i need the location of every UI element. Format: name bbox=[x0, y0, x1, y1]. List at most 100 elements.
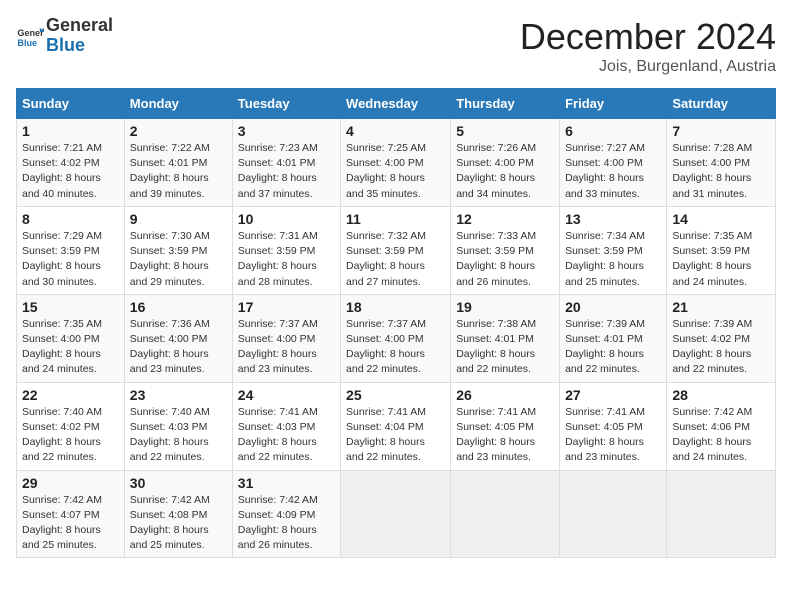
day-number: 8 bbox=[22, 211, 119, 227]
day-info: Sunrise: 7:41 AM Sunset: 4:05 PM Dayligh… bbox=[565, 405, 661, 466]
day-info: Sunrise: 7:35 AM Sunset: 4:00 PM Dayligh… bbox=[22, 317, 119, 378]
day-info: Sunrise: 7:36 AM Sunset: 4:00 PM Dayligh… bbox=[130, 317, 227, 378]
day-info: Sunrise: 7:42 AM Sunset: 4:07 PM Dayligh… bbox=[22, 493, 119, 554]
day-info: Sunrise: 7:29 AM Sunset: 3:59 PM Dayligh… bbox=[22, 229, 119, 290]
day-number: 12 bbox=[456, 211, 554, 227]
day-number: 16 bbox=[130, 299, 227, 315]
svg-text:Blue: Blue bbox=[17, 38, 37, 48]
day-info: Sunrise: 7:37 AM Sunset: 4:00 PM Dayligh… bbox=[346, 317, 445, 378]
day-number: 15 bbox=[22, 299, 119, 315]
day-info: Sunrise: 7:38 AM Sunset: 4:01 PM Dayligh… bbox=[456, 317, 554, 378]
calendar-cell bbox=[667, 470, 776, 558]
day-info: Sunrise: 7:35 AM Sunset: 3:59 PM Dayligh… bbox=[672, 229, 770, 290]
weekday-header: Wednesday bbox=[341, 89, 451, 119]
calendar-cell: 3 Sunrise: 7:23 AM Sunset: 4:01 PM Daylig… bbox=[232, 119, 340, 207]
day-info: Sunrise: 7:42 AM Sunset: 4:09 PM Dayligh… bbox=[238, 493, 335, 554]
calendar-cell: 15 Sunrise: 7:35 AM Sunset: 4:00 PM Dayli… bbox=[17, 294, 125, 382]
day-number: 28 bbox=[672, 387, 770, 403]
day-number: 26 bbox=[456, 387, 554, 403]
calendar-cell bbox=[451, 470, 560, 558]
day-info: Sunrise: 7:40 AM Sunset: 4:02 PM Dayligh… bbox=[22, 405, 119, 466]
calendar-cell: 12 Sunrise: 7:33 AM Sunset: 3:59 PM Dayli… bbox=[451, 206, 560, 294]
calendar-cell bbox=[560, 470, 667, 558]
day-number: 13 bbox=[565, 211, 661, 227]
calendar-cell: 31Sunrise: 7:42 AM Sunset: 4:09 PM Dayli… bbox=[232, 470, 340, 558]
day-info: Sunrise: 7:37 AM Sunset: 4:00 PM Dayligh… bbox=[238, 317, 335, 378]
month-title: December 2024 bbox=[520, 16, 776, 58]
weekday-header: Saturday bbox=[667, 89, 776, 119]
day-number: 19 bbox=[456, 299, 554, 315]
day-number: 10 bbox=[238, 211, 335, 227]
calendar-cell: 19 Sunrise: 7:38 AM Sunset: 4:01 PM Dayli… bbox=[451, 294, 560, 382]
day-number: 7 bbox=[672, 123, 770, 139]
weekday-header: Sunday bbox=[17, 89, 125, 119]
weekday-header: Thursday bbox=[451, 89, 560, 119]
day-info: Sunrise: 7:31 AM Sunset: 3:59 PM Dayligh… bbox=[238, 229, 335, 290]
day-info: Sunrise: 7:41 AM Sunset: 4:04 PM Dayligh… bbox=[346, 405, 445, 466]
day-info: Sunrise: 7:32 AM Sunset: 3:59 PM Dayligh… bbox=[346, 229, 445, 290]
day-info: Sunrise: 7:21 AM Sunset: 4:02 PM Dayligh… bbox=[22, 141, 119, 202]
calendar-cell: 4 Sunrise: 7:25 AM Sunset: 4:00 PM Daylig… bbox=[341, 119, 451, 207]
logo-blue: Blue bbox=[46, 36, 113, 56]
calendar-week-row: 15 Sunrise: 7:35 AM Sunset: 4:00 PM Dayli… bbox=[17, 294, 776, 382]
day-info: Sunrise: 7:41 AM Sunset: 4:05 PM Dayligh… bbox=[456, 405, 554, 466]
day-number: 29 bbox=[22, 475, 119, 491]
day-info: Sunrise: 7:40 AM Sunset: 4:03 PM Dayligh… bbox=[130, 405, 227, 466]
logo-text: General Blue bbox=[46, 16, 113, 56]
calendar-table: SundayMondayTuesdayWednesdayThursdayFrid… bbox=[16, 88, 776, 558]
day-info: Sunrise: 7:22 AM Sunset: 4:01 PM Dayligh… bbox=[130, 141, 227, 202]
day-number: 24 bbox=[238, 387, 335, 403]
day-number: 6 bbox=[565, 123, 661, 139]
calendar-cell: 1 Sunrise: 7:21 AM Sunset: 4:02 PM Daylig… bbox=[17, 119, 125, 207]
page-header: General Blue General Blue December 2024 … bbox=[16, 16, 776, 76]
calendar-cell: 17 Sunrise: 7:37 AM Sunset: 4:00 PM Dayli… bbox=[232, 294, 340, 382]
day-number: 22 bbox=[22, 387, 119, 403]
calendar-cell: 25 Sunrise: 7:41 AM Sunset: 4:04 PM Dayli… bbox=[341, 382, 451, 470]
day-number: 17 bbox=[238, 299, 335, 315]
calendar-week-row: 8 Sunrise: 7:29 AM Sunset: 3:59 PM Daylig… bbox=[17, 206, 776, 294]
day-info: Sunrise: 7:27 AM Sunset: 4:00 PM Dayligh… bbox=[565, 141, 661, 202]
day-number: 4 bbox=[346, 123, 445, 139]
calendar-cell: 20Sunrise: 7:39 AM Sunset: 4:01 PM Dayli… bbox=[560, 294, 667, 382]
day-info: Sunrise: 7:42 AM Sunset: 4:06 PM Dayligh… bbox=[672, 405, 770, 466]
calendar-cell: 28 Sunrise: 7:42 AM Sunset: 4:06 PM Dayli… bbox=[667, 382, 776, 470]
calendar-cell: 13 Sunrise: 7:34 AM Sunset: 3:59 PM Dayli… bbox=[560, 206, 667, 294]
day-number: 21 bbox=[672, 299, 770, 315]
calendar-week-row: 29 Sunrise: 7:42 AM Sunset: 4:07 PM Dayli… bbox=[17, 470, 776, 558]
calendar-cell: 23Sunrise: 7:40 AM Sunset: 4:03 PM Dayli… bbox=[124, 382, 232, 470]
day-number: 27 bbox=[565, 387, 661, 403]
calendar-cell: 9 Sunrise: 7:30 AM Sunset: 3:59 PM Daylig… bbox=[124, 206, 232, 294]
calendar-cell: 5 Sunrise: 7:26 AM Sunset: 4:00 PM Daylig… bbox=[451, 119, 560, 207]
calendar-cell: 21Sunrise: 7:39 AM Sunset: 4:02 PM Dayli… bbox=[667, 294, 776, 382]
weekday-header: Monday bbox=[124, 89, 232, 119]
logo-icon: General Blue bbox=[16, 22, 44, 50]
day-number: 9 bbox=[130, 211, 227, 227]
day-info: Sunrise: 7:28 AM Sunset: 4:00 PM Dayligh… bbox=[672, 141, 770, 202]
calendar-cell: 2 Sunrise: 7:22 AM Sunset: 4:01 PM Daylig… bbox=[124, 119, 232, 207]
day-number: 25 bbox=[346, 387, 445, 403]
calendar-cell: 18 Sunrise: 7:37 AM Sunset: 4:00 PM Dayli… bbox=[341, 294, 451, 382]
calendar-cell: 30Sunrise: 7:42 AM Sunset: 4:08 PM Dayli… bbox=[124, 470, 232, 558]
day-number: 1 bbox=[22, 123, 119, 139]
calendar-cell: 7 Sunrise: 7:28 AM Sunset: 4:00 PM Daylig… bbox=[667, 119, 776, 207]
day-number: 3 bbox=[238, 123, 335, 139]
day-info: Sunrise: 7:23 AM Sunset: 4:01 PM Dayligh… bbox=[238, 141, 335, 202]
day-number: 2 bbox=[130, 123, 227, 139]
calendar-body: 1 Sunrise: 7:21 AM Sunset: 4:02 PM Daylig… bbox=[17, 119, 776, 558]
day-number: 11 bbox=[346, 211, 445, 227]
day-number: 30 bbox=[130, 475, 227, 491]
location: Jois, Burgenland, Austria bbox=[520, 58, 776, 76]
calendar-cell: 11 Sunrise: 7:32 AM Sunset: 3:59 PM Dayli… bbox=[341, 206, 451, 294]
day-info: Sunrise: 7:26 AM Sunset: 4:00 PM Dayligh… bbox=[456, 141, 554, 202]
day-info: Sunrise: 7:25 AM Sunset: 4:00 PM Dayligh… bbox=[346, 141, 445, 202]
day-number: 18 bbox=[346, 299, 445, 315]
day-info: Sunrise: 7:33 AM Sunset: 3:59 PM Dayligh… bbox=[456, 229, 554, 290]
day-info: Sunrise: 7:34 AM Sunset: 3:59 PM Dayligh… bbox=[565, 229, 661, 290]
calendar-cell: 16 Sunrise: 7:36 AM Sunset: 4:00 PM Dayli… bbox=[124, 294, 232, 382]
calendar-cell: 14Sunrise: 7:35 AM Sunset: 3:59 PM Dayli… bbox=[667, 206, 776, 294]
day-number: 20 bbox=[565, 299, 661, 315]
day-number: 5 bbox=[456, 123, 554, 139]
calendar-cell: 27 Sunrise: 7:41 AM Sunset: 4:05 PM Dayli… bbox=[560, 382, 667, 470]
weekday-header: Tuesday bbox=[232, 89, 340, 119]
day-info: Sunrise: 7:30 AM Sunset: 3:59 PM Dayligh… bbox=[130, 229, 227, 290]
